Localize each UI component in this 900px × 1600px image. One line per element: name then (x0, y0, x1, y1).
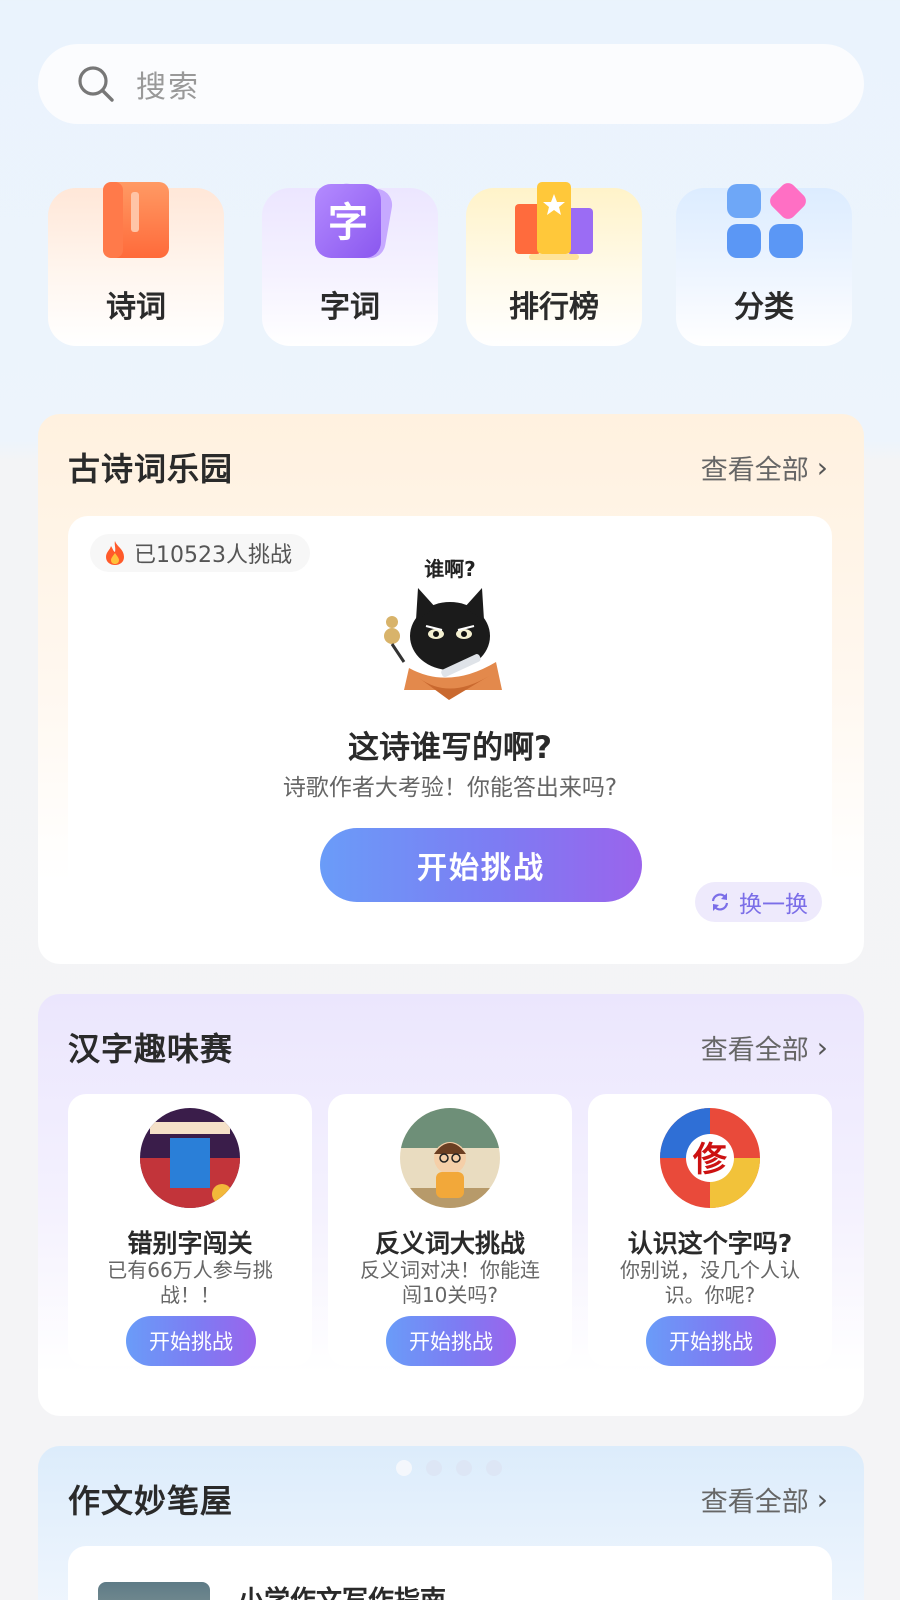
carousel-dot (396, 1460, 412, 1476)
game-title: 错别字闯关 (127, 1229, 253, 1258)
typo-game-thumbnail (140, 1108, 240, 1208)
carousel-dot (486, 1460, 502, 1476)
category-label: 排行榜 (509, 290, 599, 325)
category-label: 诗词 (106, 290, 166, 325)
category-poetry[interactable]: 诗词 (48, 182, 224, 346)
game-card-antonym[interactable]: 反义词大挑战 反义词对决！你能连闯10关吗? 开始挑战 (328, 1094, 572, 1366)
essay-item[interactable]: 小学作文写作指南 (68, 1546, 832, 1600)
category-ranking[interactable]: 排行榜 (466, 182, 642, 346)
refresh-icon (711, 893, 729, 911)
swap-button[interactable]: 换一换 (695, 882, 822, 922)
chevron-right-icon: › (816, 450, 828, 484)
chevron-right-icon: › (816, 1482, 828, 1516)
game-description: 你别说，没几个人认识。你呢? (620, 1258, 800, 1307)
see-all-link[interactable]: 查看全部 › (701, 448, 828, 487)
poetry-section: 古诗词乐园 查看全部 › 已10523人挑战 谁啊? 这诗谁写的啊? 诗歌作者大… (38, 414, 864, 964)
poetry-quiz-card: 已10523人挑战 谁啊? 这诗谁写的啊? 诗歌作者大考验！你能答出来吗? 开始… (68, 516, 832, 936)
carousel-dot (456, 1460, 472, 1476)
category-words[interactable]: 字 字词 (262, 183, 438, 346)
chevron-right-icon: › (816, 1030, 828, 1064)
essay-thumbnail (98, 1582, 210, 1600)
character-icon: 字 (315, 183, 393, 259)
see-all-link[interactable]: 查看全部 › (701, 1480, 828, 1519)
essay-title: 小学作文写作指南 (238, 1580, 446, 1600)
hanzi-section: 汉字趣味赛 查看全部 › 错别字闯关 已有66万人参与挑战！！ 开始挑战 反义词大… (38, 994, 864, 1416)
start-challenge-button[interactable]: 开始挑战 (320, 828, 642, 902)
quiz-subtitle: 诗歌作者大考验！你能答出来吗? (282, 775, 618, 801)
see-all-link[interactable]: 查看全部 › (701, 1028, 828, 1067)
quiz-title: 这诗谁写的啊? (348, 730, 552, 766)
start-challenge-button[interactable]: 开始挑战 (126, 1316, 256, 1366)
recognize-game-thumbnail: 俢 (660, 1108, 760, 1208)
category-label: 字词 (320, 290, 380, 325)
section-title: 汉字趣味赛 (68, 1030, 234, 1068)
challenge-count-badge: 已10523人挑战 (90, 534, 310, 572)
game-description: 反义词对决！你能连闯10关吗? (360, 1258, 540, 1307)
carousel-dot (426, 1460, 442, 1476)
search-input[interactable]: 搜索 (136, 62, 200, 106)
section-title: 古诗词乐园 (68, 450, 234, 488)
search-bar[interactable]: 搜索 (38, 44, 864, 124)
start-challenge-button[interactable]: 开始挑战 (646, 1316, 776, 1366)
section-header: 汉字趣味赛 查看全部 › (68, 1024, 828, 1070)
ranking-icon (515, 182, 593, 260)
search-icon (78, 66, 114, 102)
antonym-game-thumbnail (400, 1108, 500, 1208)
game-description: 已有66万人参与挑战！！ (107, 1258, 273, 1307)
game-card-recognize[interactable]: 俢 认识这个字吗? 你别说，没几个人认识。你呢? 开始挑战 (588, 1094, 832, 1366)
grid-icon (727, 183, 806, 258)
game-title: 认识这个字吗? (627, 1229, 793, 1258)
svg-text:俢: 俢 (692, 1140, 728, 1180)
game-title: 反义词大挑战 (374, 1229, 525, 1258)
section-header: 古诗词乐园 查看全部 › (68, 444, 828, 490)
svg-text:字: 字 (328, 200, 368, 246)
game-card-typo[interactable]: 错别字闯关 已有66万人参与挑战！！ 开始挑战 (68, 1094, 312, 1366)
category-classify[interactable]: 分类 (676, 183, 852, 346)
category-label: 分类 (734, 290, 794, 325)
flame-icon (106, 541, 124, 565)
svg-text:谁啊?: 谁啊? (424, 557, 476, 581)
carousel-indicator (396, 1460, 502, 1476)
section-header: 作文妙笔屋 查看全部 › (68, 1476, 828, 1522)
cat-mascot-illustration: 谁啊? (384, 557, 502, 700)
section-title: 作文妙笔屋 (68, 1482, 234, 1520)
start-challenge-button[interactable]: 开始挑战 (386, 1316, 516, 1366)
book-icon (103, 182, 169, 258)
